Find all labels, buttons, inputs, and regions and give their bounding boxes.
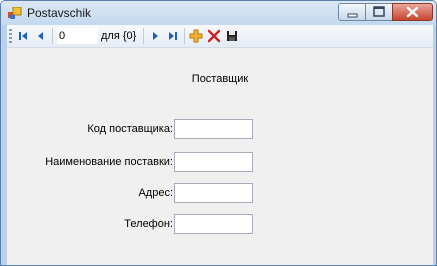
position-input[interactable] [57,28,97,44]
record-count-label: для {0} [101,30,137,42]
maximize-icon [373,6,385,17]
move-first-icon [19,32,27,40]
minimize-icon [347,13,358,18]
app-icon [8,6,22,20]
move-first-button[interactable] [15,28,31,44]
phone-field[interactable] [174,214,253,234]
close-button[interactable] [392,3,433,21]
supply-name-field[interactable] [174,152,253,172]
toolbar-separator [184,28,185,44]
delete-icon [207,29,221,43]
move-next-button[interactable] [147,28,163,44]
toolbar-separator [143,28,144,44]
move-next-icon [153,32,158,40]
minimize-button[interactable] [338,3,366,21]
phone-label: Телефон: [124,218,173,230]
move-last-button[interactable] [165,28,181,44]
move-previous-button[interactable] [33,28,49,44]
save-icon [227,31,237,41]
add-new-icon [189,29,203,43]
move-last-icon [169,32,177,40]
binding-navigator-toolbar: для {0} [7,25,433,48]
move-previous-icon [38,32,43,40]
delete-button[interactable] [206,28,222,44]
supply-name-label: Наименование поставки: [45,156,173,168]
toolbar-grip[interactable] [9,29,12,43]
add-new-button[interactable] [188,28,204,44]
maximize-button[interactable] [365,3,393,21]
title-bar[interactable]: Postavschik [1,1,436,25]
supplier-code-label: Код поставщика: [87,123,173,135]
form-client-area: для {0} [7,25,433,265]
save-button[interactable] [224,28,240,44]
application-window: Postavschik 0 для {0} Поставщик Код пост… [0,0,437,266]
supplier-code-field[interactable] [174,119,253,139]
form-heading: Поставщик [191,73,249,85]
address-label: Адрес: [138,187,173,199]
toolbar-separator [52,28,53,44]
window-title: Postavschik [27,6,92,20]
close-icon [406,6,419,18]
address-field[interactable] [174,183,253,203]
